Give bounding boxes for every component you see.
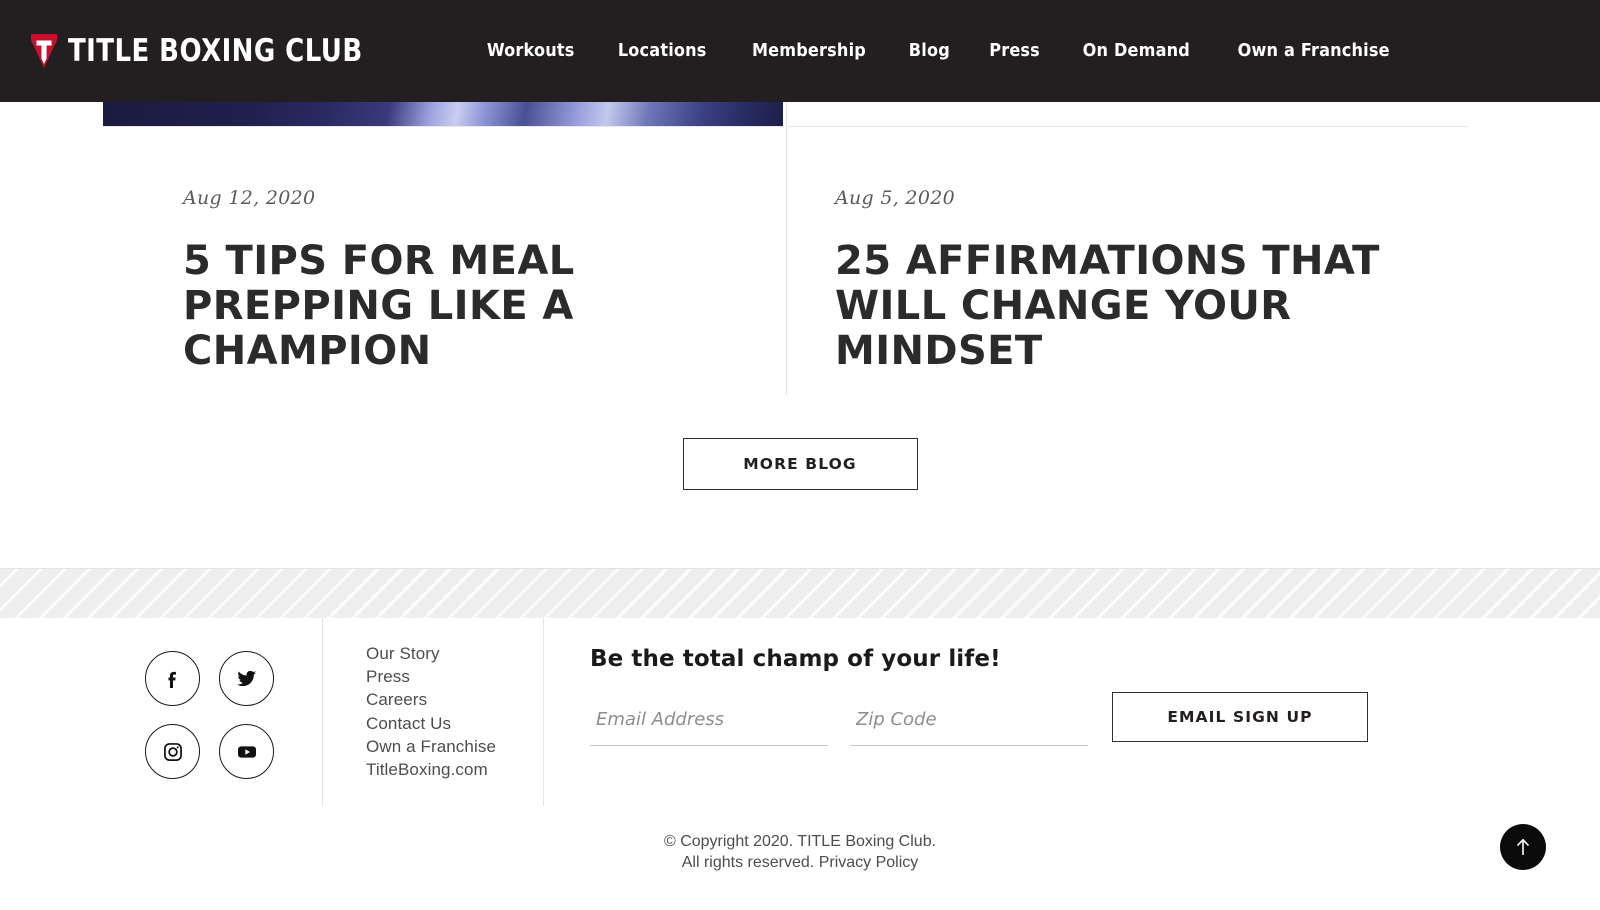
instagram-icon[interactable] (145, 724, 200, 779)
blog-card[interactable]: Aug 5, 2020 25 Affirmations That Will Ch… (786, 102, 1469, 395)
footer-link-our-story[interactable]: Our Story (366, 642, 496, 665)
striped-divider-band (0, 568, 1600, 619)
more-blog-container: MORE BLOG (0, 438, 1600, 490)
site-footer: Our Story Press Careers Contact Us Own a… (0, 618, 1600, 910)
footer-top: Our Story Press Careers Contact Us Own a… (0, 618, 1600, 806)
facebook-icon[interactable] (145, 651, 200, 706)
blog-card[interactable]: Aug 12, 2020 5 Tips for Meal Prepping Li… (103, 102, 786, 395)
twitter-icon[interactable] (219, 651, 274, 706)
footer-link-press[interactable]: Press (366, 665, 496, 688)
copyright-line: © Copyright 2020. TITLE Boxing Club. (663, 833, 937, 850)
nav-item-blog[interactable]: Blog (892, 35, 966, 67)
brand-name: TITLE BOXING CLUB (68, 32, 363, 69)
nav-item-workouts[interactable]: Workouts (470, 35, 591, 67)
blog-card-thumbnail[interactable] (103, 102, 783, 127)
rights-text: All rights reserved. (681, 854, 815, 871)
footer-link-contact-us[interactable]: Contact Us (366, 712, 496, 735)
footer-legal: © Copyright 2020. TITLE Boxing Club. All… (0, 831, 1600, 873)
social-links (145, 651, 295, 779)
zip-code-input[interactable] (850, 704, 1088, 746)
blog-card-list: Aug 12, 2020 5 Tips for Meal Prepping Li… (103, 102, 1469, 395)
email-input[interactable] (590, 704, 828, 746)
rights-line: All rights reserved. Privacy Policy (0, 852, 1600, 873)
footer-link-titleboxing-com[interactable]: TitleBoxing.com (366, 758, 496, 781)
footer-divider (543, 618, 544, 806)
nav-item-own-a-franchise[interactable]: Own a Franchise (1221, 35, 1406, 67)
blog-card-body: Aug 5, 2020 25 Affirmations That Will Ch… (787, 127, 1469, 375)
nav-item-press[interactable]: Press (973, 35, 1057, 67)
blog-section: Aug 12, 2020 5 Tips for Meal Prepping Li… (0, 102, 1600, 568)
newsletter-signup: Be the total champ of your life! EMAIL S… (590, 646, 1450, 746)
arrow-up-icon (1516, 838, 1530, 855)
blog-card-title[interactable]: 25 Affirmations That Will Change Your Mi… (835, 238, 1395, 375)
more-blog-button[interactable]: MORE BLOG (682, 438, 918, 490)
back-to-top-button[interactable] (1500, 824, 1546, 870)
blog-card-date: Aug 5, 2020 (835, 187, 955, 209)
blog-card-date: Aug 12, 2020 (183, 187, 316, 209)
nav-item-membership[interactable]: Membership (735, 35, 882, 67)
youtube-icon[interactable] (219, 724, 274, 779)
footer-divider (322, 618, 323, 806)
blog-card-body: Aug 12, 2020 5 Tips for Meal Prepping Li… (103, 127, 786, 375)
footer-link-careers[interactable]: Careers (366, 688, 496, 711)
footer-link-own-a-franchise[interactable]: Own a Franchise (366, 735, 496, 758)
nav-item-locations[interactable]: Locations (601, 35, 723, 67)
privacy-policy-link[interactable]: Privacy Policy (819, 854, 919, 871)
title-triangle-logo-icon (31, 34, 57, 68)
newsletter-heading: Be the total champ of your life! (590, 646, 1001, 672)
site-header: TITLE BOXING CLUB Workouts Locations Mem… (0, 0, 1600, 102)
main-navigation: Workouts Locations Membership Blog Press… (465, 35, 1415, 67)
newsletter-form: EMAIL SIGN UP (590, 692, 1450, 746)
blog-card-title[interactable]: 5 Tips for Meal Prepping Like a Champion (183, 238, 713, 375)
footer-links: Our Story Press Careers Contact Us Own a… (366, 642, 496, 781)
blog-card-thumbnail[interactable] (788, 102, 1469, 127)
email-sign-up-button[interactable]: EMAIL SIGN UP (1112, 692, 1368, 742)
nav-item-on-demand[interactable]: On Demand (1066, 35, 1206, 67)
brand-logo-link[interactable]: TITLE BOXING CLUB (31, 34, 419, 68)
